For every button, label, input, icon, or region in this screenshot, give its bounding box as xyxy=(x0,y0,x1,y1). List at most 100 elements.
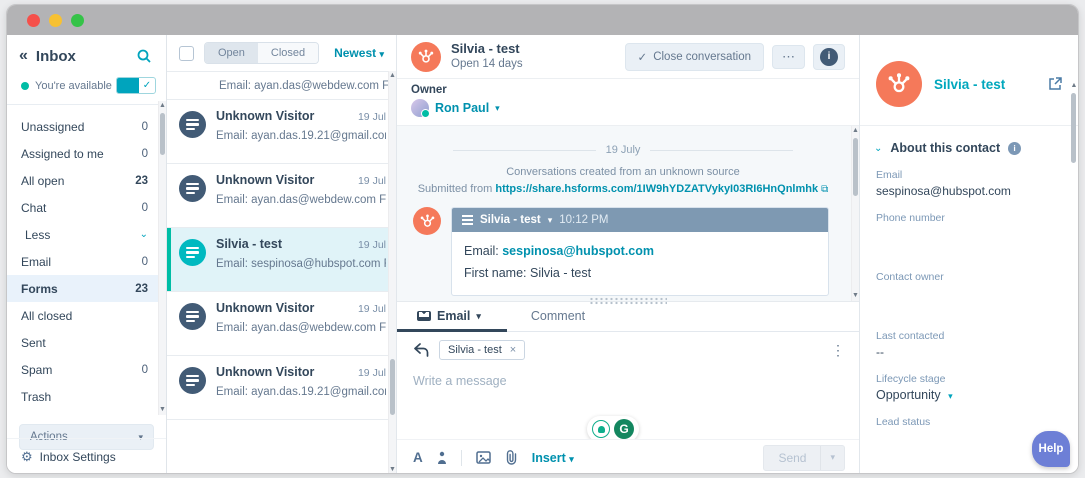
grammarly-icon: G xyxy=(614,419,634,439)
editor-placeholder: Write a message xyxy=(413,374,507,388)
more-options-button[interactable]: ⋯ xyxy=(772,44,805,69)
list-item-selected[interactable]: Silvia - test 19 Jul Email: sespinosa@hub… xyxy=(167,228,396,292)
form-submission-header[interactable]: Silvia - test ▾ 10:12 PM xyxy=(452,208,828,232)
window-titlebar xyxy=(7,5,1078,35)
thread-scrollbar[interactable]: ▲ ▼ xyxy=(851,126,859,301)
filter-open-button[interactable]: Open xyxy=(205,43,258,63)
sidebar-item-forms[interactable]: Forms 23 xyxy=(7,275,166,302)
composer-resize-handle[interactable] xyxy=(589,297,667,305)
thread-status: Open 14 days xyxy=(451,58,523,71)
field-phone-number: Phone number xyxy=(876,212,945,224)
tab-comment[interactable]: Comment xyxy=(527,309,589,331)
insert-dropdown[interactable]: Insert ▾ xyxy=(532,451,574,465)
attachment-icon[interactable] xyxy=(505,450,518,465)
caret-down-icon: ▾ xyxy=(569,453,574,464)
external-link-icon: ⧉ xyxy=(821,184,829,195)
submission-firstname-line: First name: Silvia - test xyxy=(464,265,592,280)
availability-status-dot xyxy=(21,81,29,90)
lifecycle-stage-dropdown[interactable]: Opportunity ▾ xyxy=(876,388,1062,402)
availability-toggle[interactable]: ✓ xyxy=(116,77,156,94)
info-button[interactable]: i xyxy=(813,43,845,70)
form-avatar-icon xyxy=(179,303,206,330)
remove-recipient-icon[interactable]: × xyxy=(510,344,516,356)
select-all-checkbox[interactable] xyxy=(179,45,194,61)
inbox-settings-button[interactable]: ⚙ Inbox Settings xyxy=(7,438,166,473)
sidebar-item-chat[interactable]: Chat 0 xyxy=(7,194,166,221)
sidebar-nav: Unassigned 0 Assigned to me 0 All open 23 C… xyxy=(7,105,166,410)
sidebar-item-email[interactable]: Email 0 xyxy=(7,248,166,275)
email-icon xyxy=(417,311,431,321)
caret-down-icon: ▾ xyxy=(495,102,500,113)
collapse-sidebar-icon[interactable]: « xyxy=(19,47,28,65)
hsforms-link[interactable]: https://share.hsforms.com/1IW9hYDZATVyky… xyxy=(495,183,818,195)
field-lifecycle-stage: Lifecycle stage Opportunity ▾ xyxy=(876,373,1062,402)
list-item[interactable]: Unknown Visitor 19 Jul Email: ayan.das.19… xyxy=(167,356,396,420)
about-contact-header[interactable]: ⌄ About this contact i xyxy=(860,126,1078,165)
sidebar-item-unassigned[interactable]: Unassigned 0 xyxy=(7,113,166,140)
sidebar-item-all-open[interactable]: All open 23 xyxy=(7,167,166,194)
window-close-button[interactable] xyxy=(27,13,40,27)
search-icon[interactable] xyxy=(136,48,152,64)
date-divider: 19 July xyxy=(453,144,793,156)
hubspot-sprocket-avatar xyxy=(413,207,441,235)
toggle-check-icon: ✓ xyxy=(142,80,152,91)
recipient-more-options-icon[interactable]: ⋮ xyxy=(831,342,845,359)
sidebar-item-trash[interactable]: Trash xyxy=(7,383,166,410)
app-window: « Inbox You're available ✓ Unassigned0 xyxy=(6,4,1079,474)
list-item[interactable]: Unknown Visitor 19 Jul Email: ayan.das@we… xyxy=(167,292,396,356)
chevron-down-icon: ⌄ xyxy=(874,142,883,154)
contact-panel-scrollbar[interactable]: ▲ xyxy=(1070,35,1078,235)
contact-email-link[interactable]: sespinosa@hubspot.com xyxy=(502,244,654,258)
recipient-chip[interactable]: Silvia - test × xyxy=(439,340,526,360)
caret-down-icon: ▾ xyxy=(948,391,953,401)
list-item-partial[interactable]: Email: ayan.das@webdew.com Fir… xyxy=(167,72,396,100)
source-note: Conversations created from an unknown so… xyxy=(506,166,740,178)
caret-down-icon: ▾ xyxy=(547,214,553,225)
window-minimize-button[interactable] xyxy=(49,13,62,27)
grammarly-tone-icon xyxy=(592,420,610,438)
owner-label: Owner xyxy=(411,84,447,96)
list-item[interactable]: Unknown Visitor 19 Jul Email: ayan.das.19… xyxy=(167,100,396,164)
form-avatar-icon xyxy=(179,367,206,394)
close-conversation-button[interactable]: ✓ Close conversation xyxy=(624,42,764,71)
sidebar-item-spam[interactable]: Spam 0 xyxy=(7,356,166,383)
submission-email-line: Email: sespinosa@hubspot.com xyxy=(464,244,655,258)
message-editor[interactable]: Write a message G xyxy=(397,364,859,442)
info-icon[interactable]: i xyxy=(1008,141,1022,155)
sidebar-item-assigned-to-me[interactable]: Assigned to me 0 xyxy=(7,140,166,167)
availability-label: You're available xyxy=(35,79,112,92)
owner-dropdown[interactable]: Ron Paul ▾ xyxy=(411,99,845,118)
send-button[interactable]: Send ▾ xyxy=(763,444,845,471)
list-item[interactable]: Unknown Visitor 19 Jul Email: ayan.das@we… xyxy=(167,164,396,228)
text-format-button[interactable]: A xyxy=(413,450,423,465)
chevron-down-icon: ⌄ xyxy=(139,229,148,240)
sidebar-item-sent[interactable]: Sent xyxy=(7,329,166,356)
thread-panel: Silvia - test Open 14 days ✓ Close conve… xyxy=(397,35,859,473)
insert-image-icon[interactable] xyxy=(476,451,491,464)
submitted-note: Submitted from https://share.hsforms.com… xyxy=(417,183,829,195)
tab-email[interactable]: Email ▾ xyxy=(397,309,507,332)
conversation-list: Open Closed Newest ▾ Email: ayan.das@web… xyxy=(167,35,397,473)
field-last-contacted: Last contacted -- xyxy=(876,330,945,359)
personalization-token-icon[interactable] xyxy=(437,451,447,465)
field-email: Email sespinosa@hubspot.com xyxy=(876,169,1011,198)
form-submission-card: Silvia - test ▾ 10:12 PM Email: sespinos… xyxy=(451,207,829,296)
window-zoom-button[interactable] xyxy=(71,13,84,27)
filter-closed-button[interactable]: Closed xyxy=(257,43,319,63)
contact-name-link[interactable]: Silvia - test xyxy=(934,77,1036,92)
help-button[interactable]: Help xyxy=(1032,431,1070,467)
check-icon: ✓ xyxy=(637,51,648,64)
owner-avatar xyxy=(411,99,430,118)
sidebar-item-less[interactable]: Less ⌄ xyxy=(7,221,166,248)
sort-newest-dropdown[interactable]: Newest ▾ xyxy=(334,46,384,60)
reply-icon xyxy=(413,343,429,357)
conversation-list-scrollbar[interactable]: ▲ ▼ xyxy=(388,71,396,473)
open-contact-icon[interactable] xyxy=(1048,77,1062,91)
gear-icon: ⚙ xyxy=(21,449,33,464)
form-avatar-icon xyxy=(179,175,206,202)
field-contact-owner: Contact owner xyxy=(876,271,944,283)
caret-down-icon: ▾ xyxy=(830,452,835,462)
sidebar-scrollbar[interactable]: ▲ ▼ xyxy=(158,101,166,415)
sidebar-item-all-closed[interactable]: All closed xyxy=(7,302,166,329)
form-avatar-icon xyxy=(179,111,206,138)
